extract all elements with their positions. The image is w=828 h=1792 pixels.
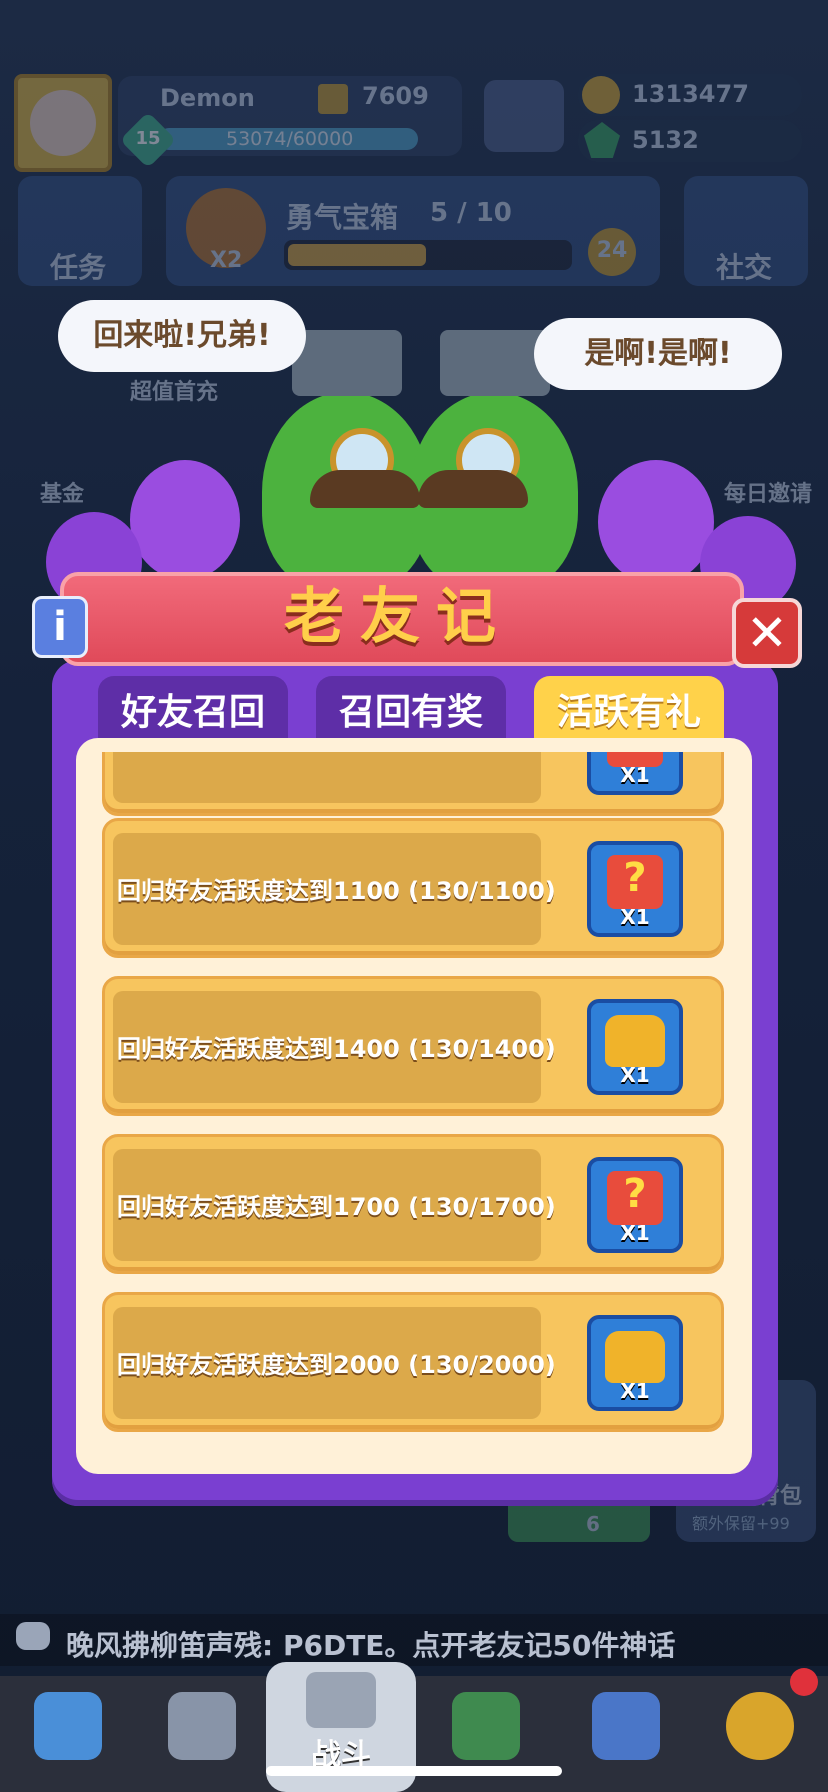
- nav-friends[interactable]: [560, 1682, 690, 1786]
- trophy-count: 7609: [362, 82, 429, 110]
- reward-count: X1: [620, 1379, 650, 1403]
- task-text: 回归好友活跃度达到2000 (130/2000): [117, 1351, 556, 1379]
- reward-list[interactable]: X1 回归好友活跃度达到1100 (130/1100) ? X1 回归好友活跃度…: [76, 752, 752, 1474]
- notification-dot: [790, 1668, 818, 1696]
- info-button[interactable]: i: [32, 596, 88, 658]
- balloon-right: [598, 460, 714, 584]
- tasks-label: 任务: [50, 251, 107, 284]
- side-item-fund[interactable]: 基金: [40, 476, 84, 508]
- chat-icon: [16, 1622, 50, 1650]
- balloon-left: [130, 460, 240, 580]
- menu-button[interactable]: [484, 80, 564, 152]
- side-item-daily-invite[interactable]: 每日邀请: [724, 476, 812, 508]
- side-item-first-charge[interactable]: 超值首充: [130, 374, 218, 406]
- nav-heroes[interactable]: [136, 1682, 266, 1786]
- task-text: 回归好友活跃度达到1700 (130/1700): [117, 1193, 556, 1221]
- question-mark-icon: ?: [623, 855, 647, 901]
- left-mustache-icon: [310, 470, 420, 508]
- compass-icon: [726, 1692, 794, 1760]
- chest-multiplier: X2: [210, 248, 243, 273]
- shop-gem-count: 6: [586, 1512, 600, 1536]
- player-name: Demon: [160, 84, 255, 112]
- right-top-hat-icon: [440, 330, 550, 396]
- level-number: 15: [135, 128, 161, 149]
- social-label: 社交: [716, 251, 773, 284]
- close-icon: ✕: [746, 604, 788, 662]
- crossed-swords-icon: [306, 1672, 376, 1728]
- knight-helmet-icon: [168, 1692, 236, 1760]
- reward-count: X1: [620, 763, 650, 787]
- chest-progress-fill: [288, 244, 426, 266]
- avatar-face: [30, 90, 96, 156]
- treasure-chest-icon: [34, 1692, 102, 1760]
- tab-friend-recall[interactable]: 好友召回: [98, 676, 288, 746]
- list-item: 回归好友活跃度达到1400 (130/1400) X1: [102, 976, 724, 1116]
- task-text: 回归好友活跃度达到1400 (130/1400): [117, 1035, 556, 1063]
- dialog-title: 老友记: [284, 582, 512, 652]
- left-top-hat-icon: [292, 330, 402, 396]
- bag-sub: 额外保留+99: [692, 1514, 790, 1533]
- ticker-text: 晚风拂柳笛声残: P6DTE。点开老友记50件神话: [66, 1629, 676, 1662]
- tab-recall-rewards[interactable]: 召回有奖: [316, 676, 506, 746]
- info-icon: i: [53, 604, 67, 650]
- reward-slot[interactable]: X1: [587, 999, 683, 1095]
- question-mark-icon: ?: [623, 1171, 647, 1217]
- nav-explore[interactable]: [694, 1682, 824, 1786]
- chest-progress: 5 / 10: [430, 198, 512, 228]
- task-text: 回归好友活跃度达到1100 (130/1100): [117, 877, 556, 905]
- chest-title: 勇气宝箱: [286, 201, 399, 234]
- crown-shield-icon: [452, 1692, 520, 1760]
- nav-shop[interactable]: [2, 1682, 132, 1786]
- chest-timer: 24: [596, 238, 628, 263]
- reward-slot[interactable]: ? X1: [587, 841, 683, 937]
- player-avatar[interactable]: [14, 74, 112, 172]
- gold-coin-icon: [582, 76, 620, 114]
- trophy-icon: [318, 84, 348, 114]
- golden-chest-icon: [605, 1331, 665, 1383]
- xp-text: 53074/60000: [226, 128, 354, 150]
- list-item: X1: [102, 752, 724, 816]
- reward-slot[interactable]: X1: [587, 752, 683, 795]
- reward-count: X1: [620, 1063, 650, 1087]
- home-indicator[interactable]: [266, 1766, 562, 1776]
- tab-activity-gifts[interactable]: 活跃有礼: [534, 676, 724, 746]
- speech-bubble-left: 回来啦!兄弟!: [58, 300, 306, 372]
- gem-count: 5132: [632, 126, 699, 154]
- speech-bubble-right: 是啊!是啊!: [534, 318, 782, 390]
- reward-slot[interactable]: ? X1: [587, 1157, 683, 1253]
- list-item: 回归好友活跃度达到2000 (130/2000) X1: [102, 1292, 724, 1432]
- reward-slot[interactable]: X1: [587, 1315, 683, 1411]
- list-item: 回归好友活跃度达到1100 (130/1100) ? X1: [102, 818, 724, 958]
- right-mustache-icon: [418, 470, 528, 508]
- gold-count: 1313477: [632, 80, 749, 108]
- close-button[interactable]: ✕: [732, 598, 802, 668]
- friends-icon: [592, 1692, 660, 1760]
- list-item: 回归好友活跃度达到1700 (130/1700) ? X1: [102, 1134, 724, 1274]
- reward-count: X1: [620, 1221, 650, 1245]
- reward-count: X1: [620, 905, 650, 929]
- golden-chest-icon: [605, 1015, 665, 1067]
